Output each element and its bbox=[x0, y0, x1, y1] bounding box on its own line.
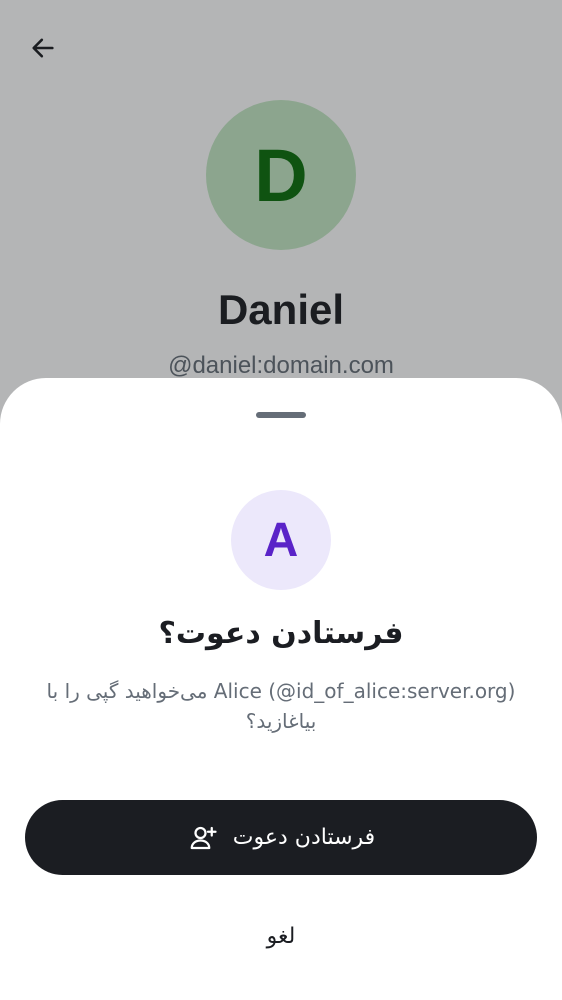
sheet-description: Alice (@id_of_alice:server.org) می‌خواهی… bbox=[46, 679, 516, 733]
invitee-avatar: A bbox=[231, 490, 331, 590]
sheet-title: فرستادن دعوت؟ bbox=[158, 616, 404, 651]
send-invite-label: فرستادن دعوت bbox=[232, 825, 376, 850]
send-invite-button[interactable]: فرستادن دعوت bbox=[25, 800, 537, 875]
user-add-icon bbox=[187, 822, 219, 854]
invite-bottom-sheet: A فرستادن دعوت؟ Alice (@id_of_alice:serv… bbox=[0, 378, 562, 1000]
cancel-button[interactable]: لغو bbox=[200, 914, 362, 958]
screen: D Daniel @daniel:domain.com A فرستادن دع… bbox=[0, 0, 562, 1000]
drag-handle[interactable] bbox=[256, 412, 306, 418]
